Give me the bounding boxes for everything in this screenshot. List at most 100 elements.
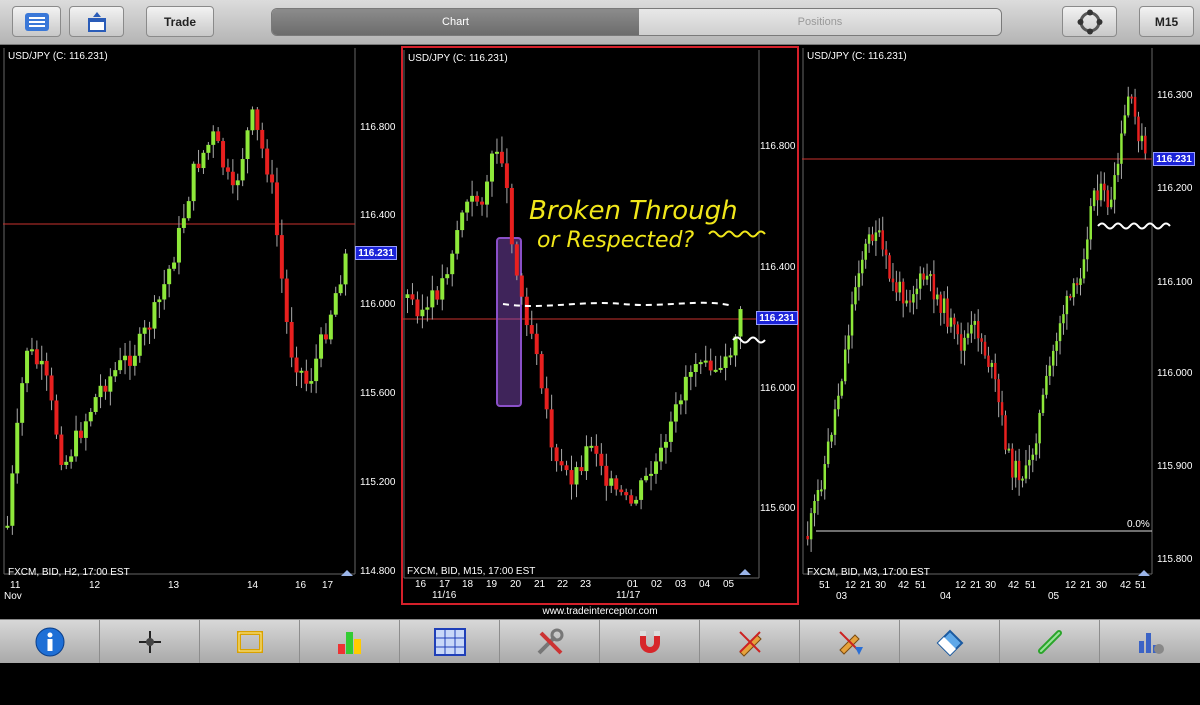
candle-body [338,284,343,294]
candle-body [1058,323,1062,342]
candle-body [1103,183,1106,191]
candle-body [604,465,609,486]
candle-body [430,290,435,308]
x-axis-label: 51 [819,580,831,591]
chart-settings-button[interactable] [1100,620,1200,663]
candle-body [994,362,997,380]
candle-body [809,513,813,540]
candle-body [460,212,465,231]
candle-body [708,360,713,371]
candle-body [440,278,445,300]
candle-body [1004,415,1007,450]
candle-body [895,282,898,293]
candle-body [871,234,874,241]
refresh-circle-icon [1077,9,1102,34]
candle-body [1017,460,1021,481]
refresh-button[interactable] [1062,6,1117,37]
candle-body [294,357,299,373]
candle-body [718,367,723,370]
candlestick-chart-h2[interactable] [3,46,398,605]
candle-body [108,376,113,392]
candle-body [959,334,963,351]
tab-positions[interactable]: Positions [639,9,1001,35]
chart-panel-m15-active[interactable]: USD/JPY (C: 116.231) FXCM, BID, M15, 17:… [401,46,799,605]
candle-body [113,370,118,377]
candle-body [167,268,172,285]
candle-body [524,296,529,326]
magnet-icon [639,630,660,653]
squiggle-mark [1097,222,1171,230]
candle-body [1055,341,1058,351]
candle-body [216,131,221,142]
candle-body [1075,283,1079,286]
candle-body [186,201,191,219]
candle-body [54,400,59,435]
x-axis-label: 12 [1065,580,1077,591]
draw-button[interactable] [700,620,800,663]
tab-chart[interactable]: Chart [272,9,639,35]
x-axis-label: 11 [10,580,21,591]
candle-body [34,349,39,365]
candle-body [235,180,240,186]
candle-body [922,273,925,280]
candle-body [250,109,255,131]
chart-panel-h2[interactable]: USD/JPY (C: 116.231) FXCM, BID, H2, 17:0… [3,46,398,605]
info-button[interactable] [0,620,100,663]
candle-body [881,230,884,250]
candle-body [929,274,932,277]
candle-body [147,327,152,330]
chart-footer: FXCM, BID, H2, 17:00 EST [8,567,130,578]
ruler-frame-button[interactable] [200,620,300,663]
candle-body [162,284,167,300]
x-axis-label: 23 [580,579,592,590]
y-axis-label: 116.100 [1157,277,1193,288]
candle-body [668,421,673,442]
magnet-button[interactable] [600,620,700,663]
x-axis-sublabel: 11/16 [432,590,457,601]
x-axis-label: 51 [1025,580,1037,591]
x-axis-label: 17 [439,579,451,590]
top-toolbar: Trade Chart Positions M15 [0,0,1200,45]
trade-button[interactable]: Trade [146,6,214,37]
candle-body [574,467,579,485]
x-axis-label: 30 [1096,580,1108,591]
candle-body [1007,448,1011,451]
candle-body [152,302,157,329]
candle-body [1079,278,1082,285]
candle-body [5,525,10,528]
link-button[interactable] [1000,620,1100,663]
candle-body [1086,239,1089,260]
candlestick-chart-m15[interactable] [403,48,797,603]
candle-body [738,309,743,337]
x-axis-label: 21 [1080,580,1092,591]
x-axis-label: 21 [534,579,546,590]
menu-button[interactable] [12,6,61,37]
candle-body [499,151,504,164]
candle-body [584,446,589,472]
grid-button[interactable] [400,620,500,663]
candle-body [504,163,509,188]
chart-panel-m3[interactable]: USD/JPY (C: 116.231) FXCM, BID, M3, 17:0… [802,46,1200,605]
x-axis-label: 21 [970,580,982,591]
candle-body [816,490,820,502]
candle-body [405,294,410,298]
candle-body [1069,295,1072,298]
crosshair-button[interactable] [100,620,200,663]
y-axis-label: 116.000 [360,299,396,310]
candle-body [206,144,211,153]
timeframe-button[interactable]: M15 [1139,6,1194,37]
candle-body [304,370,309,384]
chart-title: USD/JPY (C: 116.231) [8,51,108,62]
candle-body [559,461,564,466]
layout-button[interactable] [69,6,124,37]
candle-body [644,475,649,481]
candle-body [1024,465,1028,479]
indicators-button[interactable] [300,620,400,663]
eraser-button[interactable] [900,620,1000,663]
candle-body [912,294,915,303]
y-axis-label: 116.400 [760,262,796,273]
candle-body [470,195,475,202]
draw-arrow-button[interactable] [800,620,900,663]
candle-body [480,201,485,205]
tools-button[interactable] [500,620,600,663]
